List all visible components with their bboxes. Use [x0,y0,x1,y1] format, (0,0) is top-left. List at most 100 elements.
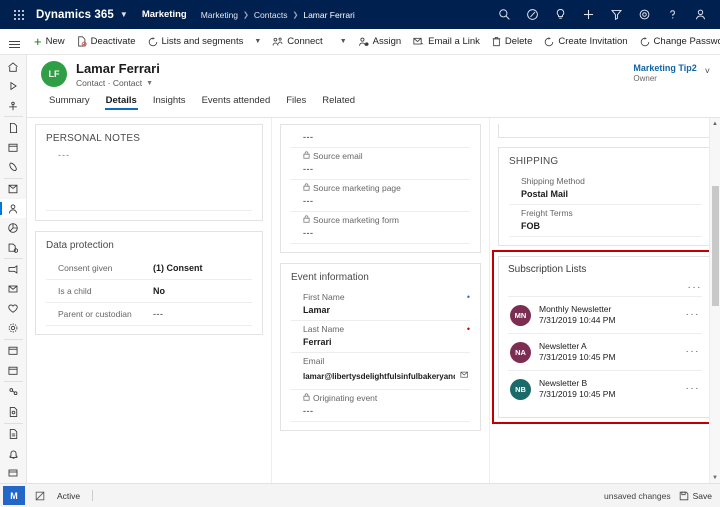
field-label: Email [303,356,325,366]
list-item-date: 7/31/2019 10:45 PM [539,352,616,362]
sidebar-item-accounts[interactable] [0,180,26,199]
field-label: Last Name [303,324,345,334]
chevron-down-icon[interactable]: ▼ [249,38,266,45]
field-originating-event[interactable]: Originating event --- [291,390,470,422]
refresh-button[interactable] [35,491,45,501]
field-is-a-child[interactable]: Is a child No [46,280,252,303]
envelope-icon[interactable] [460,366,470,384]
list-item-overflow-button[interactable]: ··· [686,310,703,320]
field-shipping-method[interactable]: Shipping Method Postal Mail [509,173,701,205]
lightbulb-icon[interactable] [546,0,574,29]
help-icon[interactable] [658,0,686,29]
connect-icon [272,37,283,47]
sidebar-item-social[interactable] [0,383,26,402]
save-button[interactable]: Save [679,491,712,501]
breadcrumb-item-0[interactable]: Marketing [201,10,238,20]
chevron-down-icon[interactable]: ▼ [146,80,153,87]
field-source-marketing-page[interactable]: Source marketing page --- [291,180,470,212]
chevron-down-icon[interactable]: ▼ [335,38,352,45]
subscription-lists-overflow-button[interactable]: ··· [688,283,703,293]
owner-field[interactable]: Marketing Tip2 Owner ˅ [633,61,710,83]
sidebar-item-forms[interactable] [0,425,26,444]
field-label-row: Originating event [303,393,470,403]
scroll-up-arrow-icon[interactable]: ▲ [710,118,720,129]
sidebar-item-sessions[interactable] [0,360,26,379]
filter-icon[interactable] [602,0,630,29]
field-label: Freight Terms [521,208,573,218]
connect-button[interactable]: Connect [266,29,328,55]
sidebar-item-file[interactable] [0,118,26,137]
status-bar-right: unsaved changes Save [604,491,720,501]
breadcrumb-item-2: Lamar Ferrari [303,9,355,20]
list-item[interactable]: NA Newsletter A 7/31/2019 10:45 PM ··· [508,334,702,371]
required-marker: • [466,292,470,302]
sidebar-item-leads[interactable] [0,238,26,257]
list-item[interactable]: MN Monthly Newsletter 7/31/2019 10:44 PM… [508,297,702,334]
tab-files[interactable]: Files [278,93,314,111]
sidebar-item-pinned[interactable] [0,96,26,115]
change-password-button[interactable]: Change Password [634,29,720,55]
gear-icon[interactable] [630,0,658,29]
field-label: Parent or custodian [58,309,132,319]
field-first-name[interactable]: First Name • Lamar [291,289,470,321]
app-launcher-button[interactable] [6,0,32,29]
chevron-down-icon[interactable]: ˅ [705,63,710,76]
field-consent-given[interactable]: Consent given (1) Consent [46,257,252,280]
sidebar-item-cards[interactable] [0,463,26,482]
chevron-down-icon[interactable]: ▼ [120,10,128,19]
email-a-link-label: Email a Link [428,36,480,47]
field-source-email[interactable]: Source email --- [291,148,470,180]
app-logo: M [3,486,25,505]
scrollbar-thumb[interactable] [712,186,719,306]
tab-events-attended[interactable]: Events attended [194,93,279,111]
sidebar-item-survey[interactable] [0,402,26,421]
sidebar-item-segments[interactable] [0,218,26,237]
email-a-link-button[interactable]: Email a Link [407,29,486,55]
list-item-overflow-button[interactable]: ··· [686,384,703,394]
field-parent-or-custodian[interactable]: Parent or custodian --- [46,303,252,326]
assign-button[interactable]: Assign [352,29,408,55]
field-label: Consent given [58,263,113,273]
field-last-name[interactable]: Last Name • Ferrari [291,321,470,353]
plus-icon[interactable] [574,0,602,29]
sidebar-item-settings[interactable] [0,319,26,338]
list-item[interactable]: NB Newsletter B 7/31/2019 10:45 PM ··· [508,371,702,407]
site-map-toggle-button[interactable] [0,29,28,55]
lists-and-segments-button[interactable]: Lists and segments [142,29,250,55]
sidebar-item-recent[interactable] [0,76,26,95]
list-item-overflow-button[interactable]: ··· [686,347,703,357]
sidebar-item-events[interactable] [0,341,26,360]
sidebar-item-mail[interactable] [0,280,26,299]
new-button[interactable]: + New [28,29,71,55]
chevron-right-icon: ❯ [243,11,249,19]
account-icon[interactable] [686,0,714,29]
tab-insights[interactable]: Insights [145,93,194,111]
assistant-icon[interactable] [518,0,546,29]
lock-icon [303,183,310,193]
sidebar-item-home[interactable] [0,57,26,76]
create-invitation-button[interactable]: Create Invitation [538,29,633,55]
field-freight-terms[interactable]: Freight Terms FOB [509,205,701,237]
field-partial-top[interactable]: --- [291,132,470,148]
tab-summary[interactable]: Summary [41,93,98,111]
sidebar-item-calendar[interactable] [0,138,26,157]
sidebar-item-notifications[interactable] [0,444,26,463]
breadcrumb-item-1[interactable]: Contacts [254,10,288,20]
sidebar-item-contacts[interactable] [0,198,26,219]
sidebar-item-campaign[interactable] [0,260,26,279]
form-column-2: --- Source email --- Source marketing pa… [272,118,490,483]
sidebar-item-favorites[interactable] [0,299,26,318]
tab-related[interactable]: Related [314,93,363,111]
search-icon[interactable] [490,0,518,29]
delete-button[interactable]: Delete [486,29,538,55]
field-email[interactable]: Email lamar@libertysdelightfulsinfulbake… [291,353,470,390]
deactivate-button[interactable]: Deactivate [71,29,142,55]
form-scrollbar[interactable]: ▲ ▼ [709,118,720,483]
field-source-marketing-form[interactable]: Source marketing form --- [291,212,470,244]
sidebar-item-phone[interactable] [0,157,26,176]
owner-name[interactable]: Marketing Tip2 [633,63,696,74]
field-label: Source marketing page [313,183,401,193]
scroll-down-arrow-icon[interactable]: ▼ [710,472,720,483]
personal-notes-field[interactable]: --- [46,150,252,212]
tab-details[interactable]: Details [98,93,145,111]
